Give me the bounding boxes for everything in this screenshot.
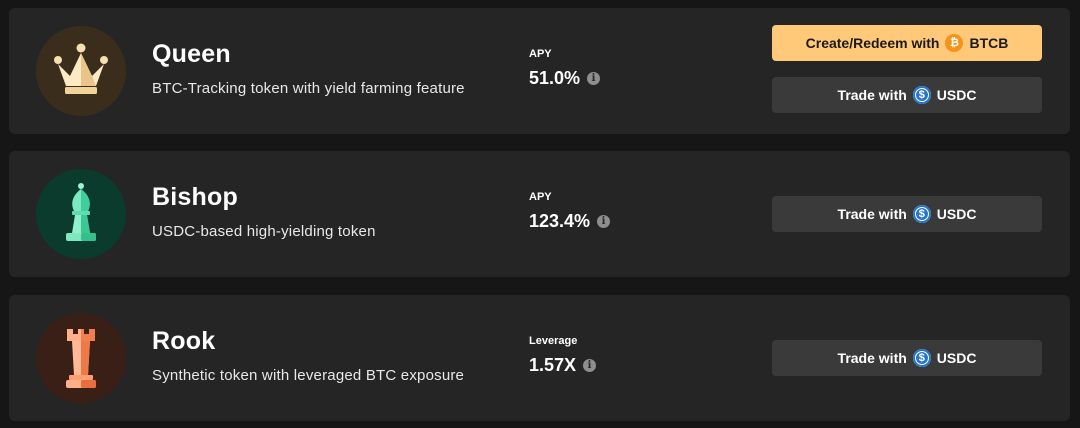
rook-avatar — [36, 313, 126, 403]
button-label: Trade with — [837, 350, 907, 366]
token-description: BTC-Tracking token with yield farming fe… — [152, 80, 465, 97]
create-redeem-button[interactable]: Create/Redeem with ₿ BTCB — [772, 25, 1042, 61]
bishop-avatar — [36, 169, 126, 259]
metric-value: 51.0% i — [529, 68, 601, 89]
token-card-queen: Queen BTC-Tracking token with yield farm… — [9, 8, 1070, 134]
info-icon[interactable]: i — [583, 359, 597, 372]
token-card-rook: Rook Synthetic token with leveraged BTC … — [9, 295, 1070, 421]
metric-label: APY — [529, 191, 552, 203]
info-icon[interactable]: i — [597, 215, 611, 228]
info-icon[interactable]: i — [587, 72, 601, 85]
metric-value-text: 1.57X — [529, 355, 577, 375]
trade-button[interactable]: Trade with $ USDC — [772, 77, 1042, 113]
metric-value: 1.57X i — [529, 355, 597, 376]
token-name: Queen — [152, 40, 231, 68]
metric-value-text: 123.4% — [529, 211, 591, 231]
metric-value-text: 51.0% — [529, 68, 581, 88]
btc-coin-icon: ₿ — [945, 34, 964, 52]
crown-icon — [36, 26, 126, 116]
metric-label: APY — [529, 48, 552, 60]
coin-label: USDC — [936, 87, 977, 103]
usdc-coin-icon: $ — [912, 86, 931, 104]
token-name: Bishop — [152, 183, 238, 211]
button-label: Create/Redeem with — [805, 35, 940, 51]
trade-button[interactable]: Trade with $ USDC — [772, 196, 1042, 232]
rook-chess-icon — [36, 313, 126, 403]
token-name: Rook — [152, 327, 216, 355]
metric-value: 123.4% i — [529, 211, 611, 232]
coin-label: BTCB — [969, 35, 1009, 51]
token-description: Synthetic token with leveraged BTC expos… — [152, 367, 465, 384]
coin-label: USDC — [936, 206, 977, 222]
usdc-coin-icon: $ — [912, 205, 931, 223]
metric-label: Leverage — [529, 335, 578, 347]
usdc-coin-icon: $ — [912, 349, 931, 367]
token-description: USDC-based high-yielding token — [152, 223, 376, 240]
coin-label: USDC — [936, 350, 977, 366]
trade-button[interactable]: Trade with $ USDC — [772, 340, 1042, 376]
button-label: Trade with — [837, 87, 907, 103]
queen-avatar — [36, 26, 126, 116]
bishop-chess-icon — [36, 169, 126, 259]
token-card-bishop: Bishop USDC-based high-yielding token AP… — [9, 151, 1070, 277]
button-label: Trade with — [837, 206, 907, 222]
